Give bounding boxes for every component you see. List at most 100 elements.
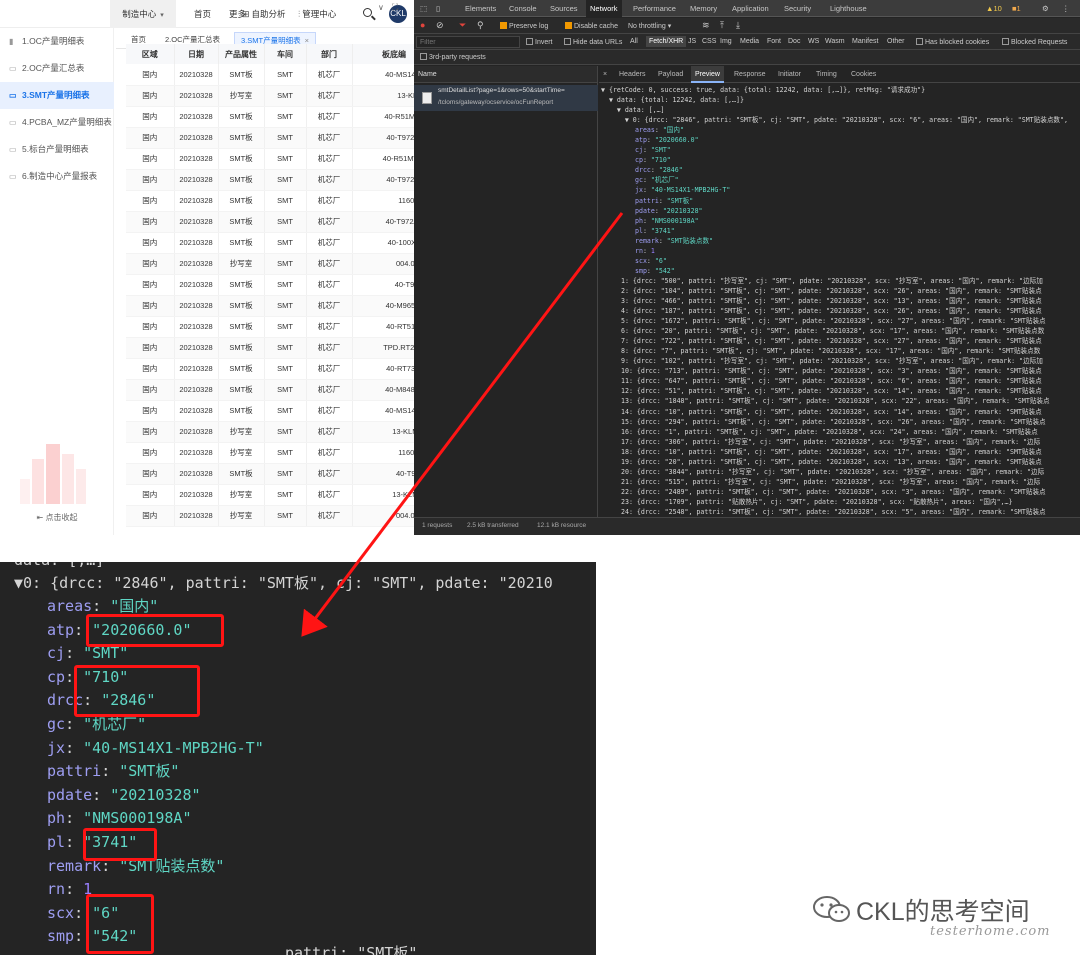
nav-self-analysis-link[interactable]: ⊞ 自助分析 xyxy=(242,0,286,28)
more-options-icon[interactable]: ⋮ xyxy=(1062,0,1070,17)
column-header[interactable]: 区域 xyxy=(126,44,175,64)
record-icon[interactable]: ● xyxy=(420,20,425,30)
json-collapsed-row[interactable]: 6: {drcc: "20", pattri: "SMT板", cj: "SMT… xyxy=(599,326,1080,336)
search-icon[interactable]: ⚲ xyxy=(477,20,484,31)
filter-type-media[interactable]: Media xyxy=(740,38,759,45)
sidebar-item-mfg-report[interactable]: ▭ 6.制造中心产量报表 xyxy=(0,163,114,190)
sidebar-item-oc-detail[interactable]: ▮ 1.OC产量明细表 xyxy=(0,28,114,55)
tab-application[interactable]: Application xyxy=(732,0,769,17)
tab-payload[interactable]: Payload xyxy=(658,66,683,83)
table-row[interactable]: 国内20210328SMT板SMT机芯厂40-R51MW1-M xyxy=(126,148,414,170)
fullscreen-icon[interactable]: ⛶ xyxy=(392,2,398,13)
download-icon[interactable]: ⤓ xyxy=(736,20,740,31)
table-row[interactable]: 国内20210328SMT板SMT机芯厂40-RT51H2-M xyxy=(126,316,414,338)
json-collapsed-row[interactable]: 3: {drcc: "466", pattri: "SMT板", cj: "SM… xyxy=(599,296,1080,306)
filter-type-css[interactable]: CSS xyxy=(702,38,716,45)
table-row[interactable]: 国内20210328SMT板SMT机芯厂40-M9652C-M xyxy=(126,295,414,317)
table-row[interactable]: 国内20210328SMT板SMT机芯厂40-T972AF xyxy=(126,463,414,485)
filter-type-font[interactable]: Font xyxy=(767,38,781,45)
sidebar-item-biaotai-detail[interactable]: ▭ 5.标台产量明细表 xyxy=(0,136,114,163)
search-icon[interactable] xyxy=(362,7,376,21)
blocked-cookies-checkbox[interactable]: Has blocked cookies xyxy=(916,38,989,46)
filter-type-ws[interactable]: WS xyxy=(808,38,819,45)
json-collapsed-row[interactable]: 10: {drcc: "713", pattri: "SMT板", cj: "S… xyxy=(599,366,1080,376)
json-collapsed-row[interactable]: 20: {drcc: "3844", pattri: "抄写室", cj: "S… xyxy=(599,467,1080,477)
tab-sources[interactable]: Sources xyxy=(550,0,578,17)
inspect-icon[interactable]: ⬚ xyxy=(420,0,427,17)
table-row[interactable]: 国内20210328SMT板SMT机芯厂40-T972AM-M xyxy=(126,211,414,233)
sidebar-item-smt-detail[interactable]: ▭ 3.SMT产量明细表 xyxy=(0,82,114,109)
tab-timing[interactable]: Timing xyxy=(816,66,837,83)
sidebar-item-pcba-detail[interactable]: ▭ 4.PCBA_MZ产量明细表 xyxy=(0,109,114,136)
tab-response[interactable]: Response xyxy=(734,66,766,83)
json-collapsed-row[interactable]: 14: {drcc: "10", pattri: "SMT板", cj: "SM… xyxy=(599,407,1080,417)
tab-security[interactable]: Security xyxy=(784,0,811,17)
table-row[interactable]: 国内20210328SMT板SMT机芯厂40-RT73H2-M xyxy=(126,358,414,380)
gear-icon[interactable]: ⚙ xyxy=(1042,0,1049,17)
json-collapsed-row[interactable]: 18: {drcc: "10", pattri: "SMT板", cj: "SM… xyxy=(599,447,1080,457)
json-collapsed-row[interactable]: 24: {drcc: "2548", pattri: "SMT板", cj: "… xyxy=(599,507,1080,517)
issue-badge[interactable]: ■1 xyxy=(1012,0,1021,17)
json-collapsed-row[interactable]: 4: {drcc: "187", pattri: "SMT板", cj: "SM… xyxy=(599,306,1080,316)
json-collapsed-row[interactable]: 16: {drcc: "1", pattri: "SMT板", cj: "SMT… xyxy=(599,427,1080,437)
nav-home-link[interactable]: 首页 xyxy=(194,0,211,28)
table-row[interactable]: 国内20210328抄写室SMT机芯厂004.052.00 xyxy=(126,505,414,527)
filter-type-doc[interactable]: Doc xyxy=(788,38,800,45)
json-line[interactable]: ▼ data: [,…] xyxy=(599,105,1080,115)
clear-icon[interactable]: ⊘ xyxy=(436,20,444,31)
name-column-header[interactable]: Name xyxy=(414,66,597,83)
filter-type-manifest[interactable]: Manifest xyxy=(852,38,878,45)
json-collapsed-row[interactable]: 11: {drcc: "647", pattri: "SMT板", cj: "S… xyxy=(599,376,1080,386)
column-header[interactable]: 车间 xyxy=(264,44,307,64)
chevron-down-icon[interactable]: ∨ xyxy=(378,3,384,12)
filter-input[interactable] xyxy=(416,36,520,48)
invert-checkbox[interactable]: Invert xyxy=(526,38,553,46)
filter-type-img[interactable]: Img xyxy=(720,38,732,45)
upload-icon[interactable]: ⤒ xyxy=(720,20,724,31)
json-collapsed-row[interactable]: 17: {drcc: "306", pattri: "抄写室", cj: "SM… xyxy=(599,437,1080,447)
table-row[interactable]: 国内20210328SMT板SMT机芯厂TPD.RT2841.F xyxy=(126,337,414,359)
table-row[interactable]: 国内20210328抄写室SMT机芯厂11602-500 xyxy=(126,442,414,464)
column-header[interactable]: 板底编 xyxy=(352,44,414,64)
tab-performance[interactable]: Performance xyxy=(633,0,676,17)
table-row[interactable]: 国内20210328SMT板SMT机芯厂40-100X6R-D xyxy=(126,232,414,254)
tab-cookies[interactable]: Cookies xyxy=(851,66,876,83)
table-row[interactable]: 国内20210328SMT板SMT机芯厂40-R51MH1-M xyxy=(126,106,414,128)
column-header[interactable]: 日期 xyxy=(174,44,219,64)
table-row[interactable]: 国内20210328SMT板SMT机芯厂11602-500 xyxy=(126,190,414,212)
json-collapsed-row[interactable]: 2: {drcc: "104", pattri: "SMT板", cj: "SM… xyxy=(599,286,1080,296)
column-header[interactable]: 产品属性 xyxy=(218,44,265,64)
tab-initiator[interactable]: Initiator xyxy=(778,66,801,83)
table-row[interactable]: 国内20210328SMT板SMT机芯厂40-MS14X1-M xyxy=(126,64,414,86)
tab-elements[interactable]: Elements xyxy=(465,0,496,17)
hide-data-urls-checkbox[interactable]: Hide data URLs xyxy=(564,38,622,46)
request-item[interactable]: smtDetailList?page=1&rows=50&startTime= … xyxy=(414,85,598,111)
filter-type-js[interactable]: JS xyxy=(688,38,696,45)
table-row[interactable]: 国内20210328抄写室SMT机芯厂13-KLMAG1 xyxy=(126,421,414,443)
json-collapsed-row[interactable]: 19: {drcc: "20", pattri: "SMT板", cj: "SM… xyxy=(599,457,1080,467)
table-row[interactable]: 国内20210328SMT板SMT机芯厂40-M848CV-M xyxy=(126,379,414,401)
tab-console[interactable]: Console xyxy=(509,0,537,17)
disable-cache-checkbox[interactable]: Disable cache xyxy=(565,22,618,30)
table-row[interactable]: 国内20210328SMT板SMT机芯厂40-MS14FA-M xyxy=(126,400,414,422)
json-collapsed-row[interactable]: 21: {drcc: "515", pattri: "抄写室", cj: "SM… xyxy=(599,477,1080,487)
tab-headers[interactable]: Headers xyxy=(619,66,645,83)
warning-badge[interactable]: ▲10 xyxy=(986,0,1002,17)
filter-type-wasm[interactable]: Wasm xyxy=(825,38,845,45)
nav-mfg-center-link[interactable]: ⫶ 管理中心 xyxy=(298,0,336,28)
filter-type-fetch-xhr[interactable]: Fetch/XHR xyxy=(646,36,687,47)
table-row[interactable]: 国内20210328抄写室SMT机芯厂004.052.00 xyxy=(126,253,414,275)
json-collapsed-row[interactable]: 15: {drcc: "294", pattri: "SMT板", cj: "S… xyxy=(599,417,1080,427)
collapse-sidebar-button[interactable]: ⇤ 点击收起 xyxy=(0,512,114,523)
filter-icon[interactable]: ⏷ xyxy=(459,20,466,31)
throttling-select[interactable]: No throttling ▾ xyxy=(628,22,671,30)
json-collapsed-row[interactable]: 12: {drcc: "51", pattri: "SMT板", cj: "SM… xyxy=(599,386,1080,396)
device-toggle-icon[interactable]: ▯ xyxy=(436,0,440,17)
blocked-requests-checkbox[interactable]: Blocked Requests xyxy=(1002,38,1067,46)
table-row[interactable]: 国内20210328SMT板SMT机芯厂40-T972AQ xyxy=(126,274,414,296)
sidebar-item-oc-summary[interactable]: ▭ 2.OC产量汇总表 xyxy=(0,55,114,82)
json-collapsed-row[interactable]: 1: {drcc: "500", pattri: "抄写室", cj: "SMT… xyxy=(599,276,1080,286)
wifi-icon[interactable]: ≋ xyxy=(702,20,710,31)
menu-dropdown[interactable]: 制造中心 ▾ xyxy=(110,0,176,28)
json-collapsed-row[interactable]: 13: {drcc: "1848", pattri: "SMT板", cj: "… xyxy=(599,396,1080,406)
